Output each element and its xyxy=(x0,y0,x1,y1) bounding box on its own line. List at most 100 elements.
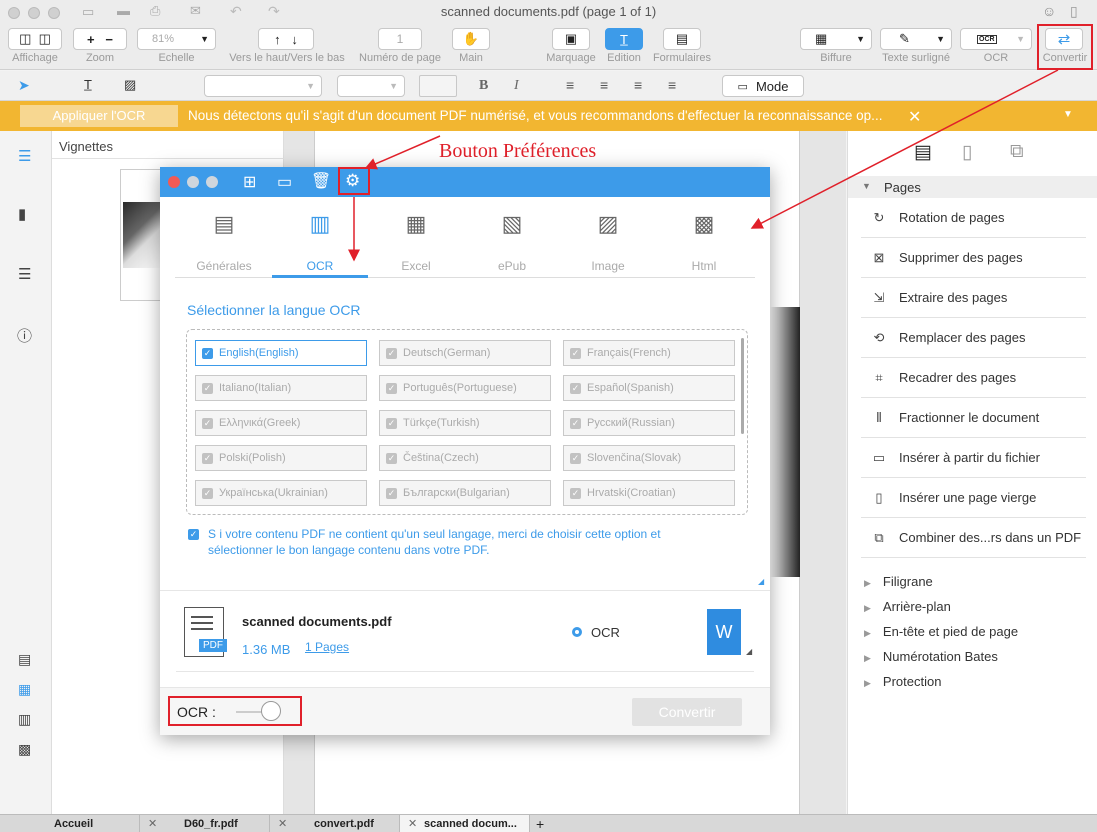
section-item[interactable]: ▶ Numérotation Bates xyxy=(864,649,998,664)
align-left-icon[interactable]: ≡ xyxy=(566,77,574,93)
zoom-in-icon[interactable]: + xyxy=(87,32,95,47)
ocr-radio[interactable] xyxy=(572,627,582,637)
language-scrollbar[interactable] xyxy=(741,338,744,434)
edit-button[interactable]: T̲ xyxy=(605,28,643,50)
add-file-icon[interactable]: ⊞ xyxy=(243,172,256,192)
forms-button[interactable]: ▤ xyxy=(663,28,701,50)
font-family-select[interactable]: ▼ xyxy=(204,75,322,97)
align-justify-icon[interactable]: ≡ xyxy=(668,77,676,93)
device-icon[interactable]: ▯ xyxy=(1070,3,1078,20)
crop-tool-icon[interactable]: ⧉ xyxy=(1010,141,1024,163)
page-tool-item[interactable]: ⧉ Combiner des...rs dans un PDF xyxy=(861,518,1086,558)
hand-tool-button[interactable]: ✋ xyxy=(452,28,490,50)
language-option[interactable]: ✓ Português(Portuguese) xyxy=(379,375,551,401)
zoom-select[interactable]: 81% ▼ xyxy=(137,28,216,50)
tab-excel[interactable]: ▦ Excel xyxy=(370,211,462,273)
language-option[interactable]: ✓ Русский(Russian) xyxy=(563,410,735,436)
language-option[interactable]: ✓ Türkçe(Turkish) xyxy=(379,410,551,436)
format-dropdown-icon[interactable]: ◢ xyxy=(746,647,752,656)
language-option[interactable]: ✓ Hrvatski(Croatian) xyxy=(563,480,735,506)
cursor-select-icon[interactable]: ➤ xyxy=(18,77,30,94)
two-page-view-icon[interactable]: ▥ xyxy=(18,711,31,728)
text-box-icon[interactable]: T̲ xyxy=(84,77,92,92)
dialog-convert-button[interactable]: Convertir xyxy=(632,698,742,726)
thumbnails-icon[interactable]: ☰ xyxy=(18,147,31,165)
markup-button[interactable]: ▣ xyxy=(552,28,590,50)
tab-générales[interactable]: ▤ Générales xyxy=(178,211,270,273)
view-toggle-button[interactable]: ◫ ◫ xyxy=(8,28,62,50)
doc-tool-icon[interactable]: ▯ xyxy=(962,141,972,164)
grid-view-icon[interactable]: ▩ xyxy=(18,741,31,758)
close-tab-icon[interactable]: ✕ xyxy=(408,815,417,832)
redaction-button[interactable]: ▦ ▼ xyxy=(800,28,872,50)
arrow-down-icon[interactable]: ↓ xyxy=(291,32,298,47)
apply-ocr-button[interactable]: Appliquer l'OCR xyxy=(20,105,178,127)
info-icon[interactable]: ⓘ xyxy=(17,325,32,346)
single-language-checkbox[interactable]: ✓ xyxy=(188,529,199,540)
language-option[interactable]: ✓ Polski(Polish) xyxy=(195,445,367,471)
highlight-button[interactable]: ✎ ▼ xyxy=(880,28,952,50)
language-option[interactable]: ✓ Български(Bulgarian) xyxy=(379,480,551,506)
image-box-icon[interactable]: ▨ xyxy=(124,77,136,93)
zoom-out-icon[interactable]: − xyxy=(105,32,113,47)
page-tool-item[interactable]: ⫴ Fractionner le document xyxy=(861,398,1086,438)
bold-button[interactable]: B xyxy=(479,78,488,94)
language-option[interactable]: ✓ Slovenčina(Slovak) xyxy=(563,445,735,471)
font-color-swatch[interactable] xyxy=(419,75,457,97)
italic-button[interactable]: I xyxy=(514,78,519,94)
section-item[interactable]: ▶ En-tête et pied de page xyxy=(864,624,1018,639)
language-option[interactable]: ✓ Italiano(Italian) xyxy=(195,375,367,401)
align-center-icon[interactable]: ≡ xyxy=(600,77,608,93)
resize-handle-icon[interactable]: ◢ xyxy=(758,577,764,586)
page-nav-buttons[interactable]: ↑ ↓ xyxy=(258,28,314,50)
section-item[interactable]: ▶ Protection xyxy=(864,674,941,689)
page-tool-item[interactable]: ⟲ Remplacer des pages xyxy=(861,318,1086,358)
align-right-icon[interactable]: ≡ xyxy=(634,77,642,93)
tab-html[interactable]: ▩ Html xyxy=(658,211,750,273)
close-tab-icon[interactable]: ✕ xyxy=(278,815,287,832)
word-format-icon[interactable]: W xyxy=(707,609,741,655)
pages-tool-icon[interactable]: ▤ xyxy=(914,141,932,164)
close-tab-icon[interactable]: ✕ xyxy=(148,815,157,832)
tab-image[interactable]: ▨ Image xyxy=(562,211,654,273)
smiley-icon[interactable]: ☺ xyxy=(1042,3,1056,19)
language-option[interactable]: ✓ Ελληνικά(Greek) xyxy=(195,410,367,436)
tab-ocr[interactable]: ▥ OCR xyxy=(274,211,366,273)
dialog-zoom-button[interactable] xyxy=(206,176,218,188)
section-item[interactable]: ▶ Filigrane xyxy=(864,574,933,589)
document-tab[interactable]: ✕ convert.pdf xyxy=(270,815,400,832)
close-banner-icon[interactable]: ✕ xyxy=(908,107,921,127)
chevron-down-icon[interactable]: ▼ xyxy=(1063,109,1073,120)
continuous-view-icon[interactable]: ▦ xyxy=(18,681,31,698)
single-page-view-icon[interactable]: ▤ xyxy=(18,651,31,668)
language-option[interactable]: ✓ Čeština(Czech) xyxy=(379,445,551,471)
document-tab[interactable]: ✕ D60_fr.pdf xyxy=(140,815,270,832)
page-tool-item[interactable]: ▯ Insérer une page vierge xyxy=(861,478,1086,518)
pages-header[interactable]: ▼ Pages xyxy=(848,176,1097,198)
page-tool-item[interactable]: ⌗ Recadrer des pages xyxy=(861,358,1086,398)
section-item[interactable]: ▶ Arrière-plan xyxy=(864,599,951,614)
page-tool-item[interactable]: ▭ Insérer à partir du fichier xyxy=(861,438,1086,478)
page-tool-item[interactable]: ⇲ Extraire des pages xyxy=(861,278,1086,318)
font-size-select[interactable]: ▼ xyxy=(337,75,405,97)
language-option[interactable]: ✓ English(English) xyxy=(195,340,367,366)
page-number-input[interactable]: 1 xyxy=(378,28,422,50)
tab-epub[interactable]: ▧ ePub xyxy=(466,211,558,273)
mode-button[interactable]: ▭ Mode xyxy=(722,75,804,97)
trash-icon[interactable]: 🗑 xyxy=(311,171,331,191)
dialog-minimize-button[interactable] xyxy=(187,176,199,188)
ocr-button[interactable]: OCR ▼ xyxy=(960,28,1032,50)
new-tab-button[interactable]: + xyxy=(536,815,556,832)
bookmark-icon[interactable]: ▮ xyxy=(18,205,26,223)
arrow-up-icon[interactable]: ↑ xyxy=(274,32,281,47)
zoom-buttons[interactable]: + − xyxy=(73,28,127,50)
dialog-close-button[interactable] xyxy=(168,176,180,188)
language-option[interactable]: ✓ Українська(Ukrainian) xyxy=(195,480,367,506)
outline-icon[interactable]: ☰ xyxy=(18,265,31,283)
language-option[interactable]: ✓ Deutsch(German) xyxy=(379,340,551,366)
document-tab[interactable]: ✕ scanned docum... xyxy=(400,815,530,832)
file-pages-link[interactable]: 1 Pages xyxy=(305,640,349,654)
language-option[interactable]: ✓ Français(French) xyxy=(563,340,735,366)
document-tab[interactable]: Accueil xyxy=(0,815,140,832)
page-tool-item[interactable]: ⊠ Supprimer des pages xyxy=(861,238,1086,278)
